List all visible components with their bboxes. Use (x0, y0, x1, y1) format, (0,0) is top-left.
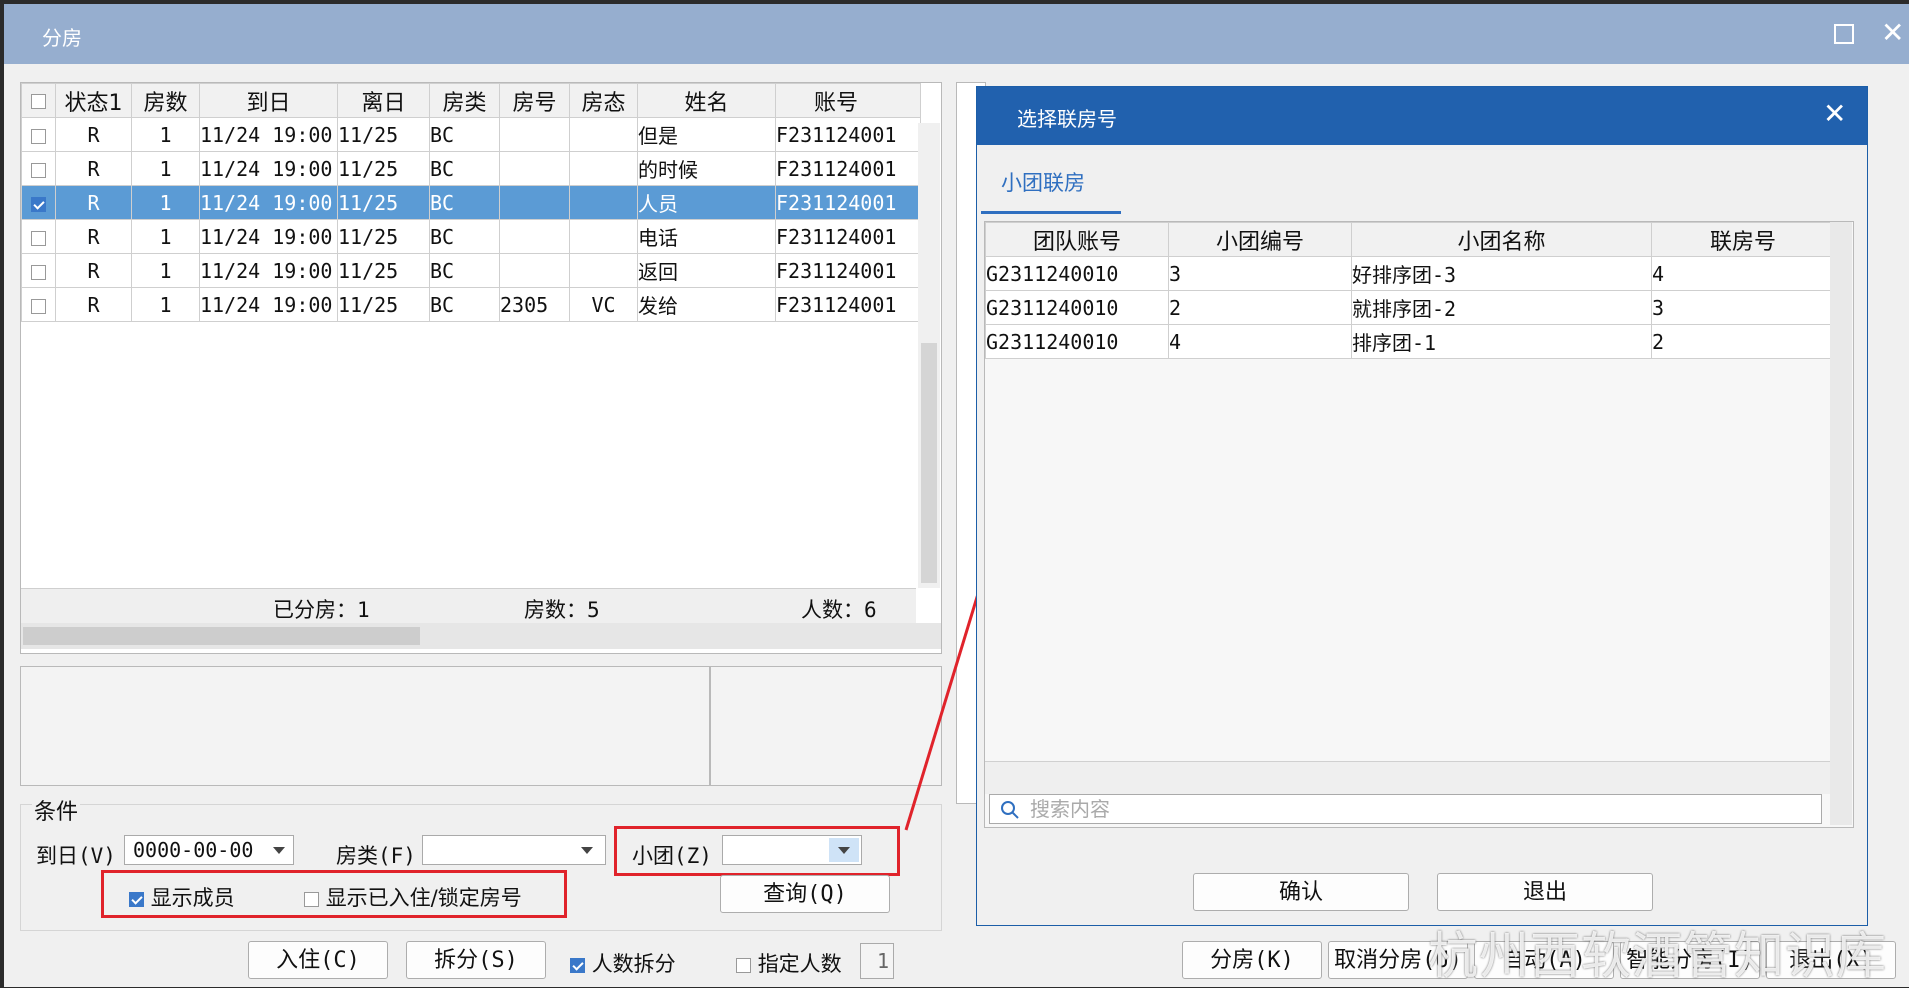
col-header[interactable]: 小团编号 (1168, 222, 1352, 257)
cell-no: 4 (1168, 324, 1352, 359)
group-link-grid: 团队账号 小团编号 小团名称 联房号 G2311240010 3 好排序团-3 4 G2… (984, 221, 1854, 828)
cell-name: 好排序团-3 (1351, 256, 1652, 291)
dialog-title-bar: 选择联房号 ✕ (977, 87, 1867, 145)
watermark: 杭州西软酒管知识库 (1428, 927, 1887, 985)
dialog-grid-footer (985, 761, 1830, 794)
cell-name: 就排序团-2 (1351, 290, 1652, 325)
col-header[interactable]: 小团名称 (1351, 222, 1652, 257)
tab-group-link-room[interactable]: 小团联房 (1001, 167, 1085, 197)
cell-name: 排序团-1 (1351, 324, 1652, 359)
col-header[interactable]: 联房号 (1651, 222, 1835, 257)
col-header[interactable]: 团队账号 (985, 222, 1169, 257)
cell-link: 2 (1651, 324, 1835, 359)
table-row[interactable]: G2311240010 3 好排序团-3 4 (985, 256, 1835, 291)
select-link-room-dialog: 选择联房号 ✕ 小团联房 团队账号 小团编号 小团名称 联房号 G2311240… (976, 86, 1868, 926)
cell-no: 2 (1168, 290, 1352, 325)
table-row[interactable]: G2311240010 4 排序团-1 2 (985, 324, 1835, 359)
dialog-title: 选择联房号 (1017, 107, 1117, 131)
cell-account: G2311240010 (985, 290, 1169, 325)
close-icon[interactable]: ✕ (1823, 97, 1846, 130)
cell-account: G2311240010 (985, 256, 1169, 291)
search-placeholder: 搜索内容 (1030, 797, 1110, 821)
cell-link: 3 (1651, 290, 1835, 325)
cell-account: G2311240010 (985, 324, 1169, 359)
active-tab-indicator (981, 211, 1121, 214)
search-input[interactable]: 搜索内容 (989, 794, 1822, 824)
cell-no: 3 (1168, 256, 1352, 291)
dialog-vertical-scrollbar[interactable] (1830, 222, 1852, 825)
table-row[interactable]: G2311240010 2 就排序团-2 3 (985, 290, 1835, 325)
dialog-exit-button[interactable]: 退出 (1437, 873, 1653, 911)
search-icon (1001, 801, 1019, 819)
confirm-button[interactable]: 确认 (1193, 873, 1409, 911)
cell-link: 4 (1651, 256, 1835, 291)
dialog-header-row: 团队账号 小团编号 小团名称 联房号 (985, 222, 1835, 257)
